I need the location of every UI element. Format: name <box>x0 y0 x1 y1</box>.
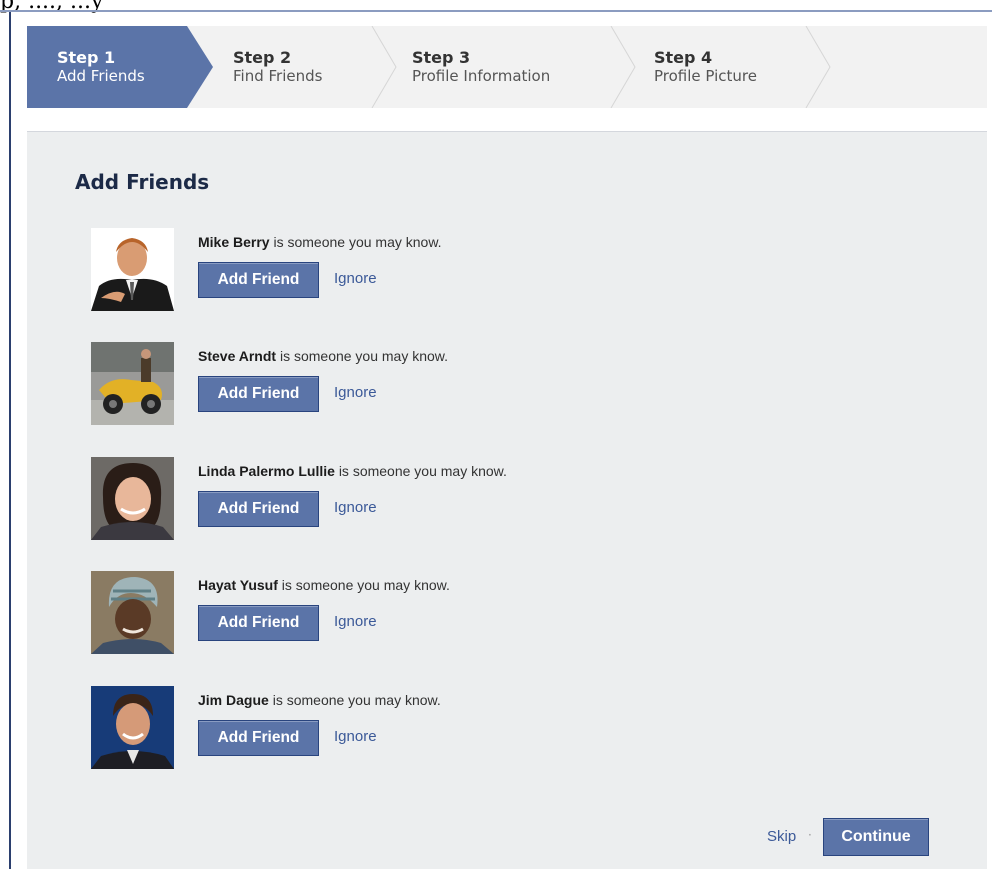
friend-name[interactable]: Steve Arndt <box>198 348 276 364</box>
top-border <box>0 10 992 12</box>
friend-name[interactable]: Jim Dague <box>198 692 269 708</box>
add-friend-button[interactable]: Add Friend <box>198 720 319 756</box>
person-suit-icon[interactable] <box>91 228 174 311</box>
step-4-name: Profile Picture <box>654 67 757 85</box>
step-4-separator <box>805 26 831 108</box>
friend-suffix: is someone you may know. <box>273 234 442 250</box>
woman-headwrap-icon[interactable] <box>91 571 174 654</box>
step-4-number: Step 4 <box>654 48 713 67</box>
add-friend-button[interactable]: Add Friend <box>198 491 319 527</box>
friend-text: Steve Arndt is someone you may know. <box>198 348 448 364</box>
friend-text: Mike Berry is someone you may know. <box>198 234 442 250</box>
friend-suggestion: Jim Dague is someone you may know. Add F… <box>91 686 791 770</box>
friend-name[interactable]: Hayat Yusuf <box>198 577 278 593</box>
friend-suggestion: Mike Berry is someone you may know. Add … <box>91 228 791 312</box>
ignore-link[interactable]: Ignore <box>334 499 377 516</box>
ignore-link[interactable]: Ignore <box>334 613 377 630</box>
friend-suffix: is someone you may know. <box>281 577 450 593</box>
motorcycle-photo-icon[interactable] <box>91 342 174 425</box>
step-3-number: Step 3 <box>412 48 471 67</box>
page-title: Add Friends <box>75 170 210 194</box>
step-1-number: Step 1 <box>57 48 116 67</box>
step-3-name: Profile Information <box>412 67 551 85</box>
left-border <box>9 12 11 869</box>
skip-link[interactable]: Skip <box>767 828 796 845</box>
step-3[interactable]: Step 3 Profile Information <box>390 26 636 108</box>
friend-name[interactable]: Mike Berry <box>198 234 270 250</box>
friend-text: Jim Dague is someone you may know. <box>198 692 441 708</box>
man-portrait-icon[interactable] <box>91 686 174 769</box>
friend-suggestion: Steve Arndt is someone you may know. Add… <box>91 342 791 426</box>
friend-suffix: is someone you may know. <box>338 463 507 479</box>
friend-suggestion: Linda Palermo Lullie is someone you may … <box>91 457 791 541</box>
ignore-link[interactable]: Ignore <box>334 270 377 287</box>
friend-text: Linda Palermo Lullie is someone you may … <box>198 463 507 479</box>
step-navigation: Step 1 Add Friends Step 2 Find Friends S… <box>27 26 987 108</box>
separator-dot: · <box>808 828 812 842</box>
ignore-link[interactable]: Ignore <box>334 728 377 745</box>
step-2-number: Step 2 <box>233 48 292 67</box>
step-2-name: Find Friends <box>233 67 323 85</box>
step-4[interactable]: Step 4 Profile Picture <box>632 26 832 108</box>
step-1-name: Add Friends <box>57 67 145 85</box>
ignore-link[interactable]: Ignore <box>334 384 377 401</box>
add-friend-button[interactable]: Add Friend <box>198 376 319 412</box>
continue-button[interactable]: Continue <box>823 818 929 856</box>
step-1[interactable]: Step 1 Add Friends <box>27 26 213 108</box>
friend-name[interactable]: Linda Palermo Lullie <box>198 463 335 479</box>
add-friend-button[interactable]: Add Friend <box>198 605 319 641</box>
friend-text: Hayat Yusuf is someone you may know. <box>198 577 450 593</box>
friend-suffix: is someone you may know. <box>279 348 449 364</box>
step-2[interactable]: Step 2 Find Friends <box>213 26 397 108</box>
friend-suggestion: Hayat Yusuf is someone you may know. Add… <box>91 571 791 655</box>
friend-suffix: is someone you may know. <box>272 692 441 708</box>
add-friend-button[interactable]: Add Friend <box>198 262 319 298</box>
woman-portrait-icon[interactable] <box>91 457 174 540</box>
